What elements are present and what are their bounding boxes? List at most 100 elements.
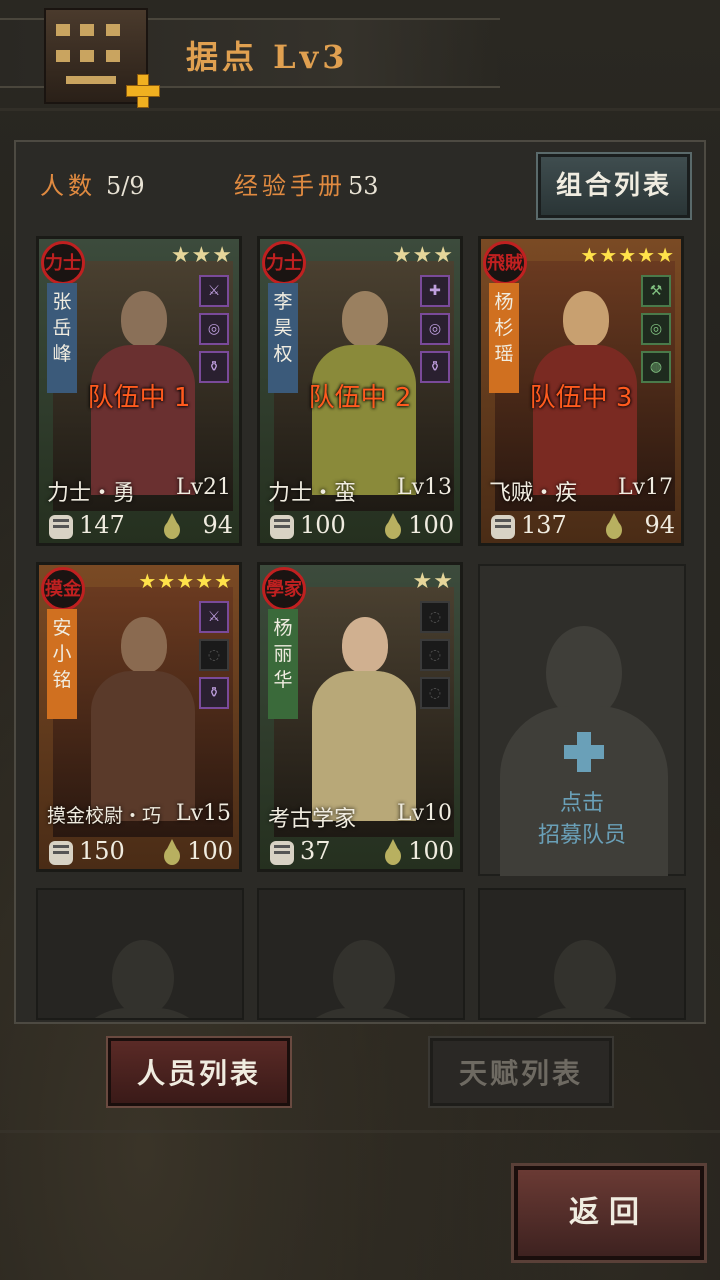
equipment-slot: ◌: [420, 639, 450, 671]
page-title: 据点 Lv3: [186, 38, 349, 76]
character-card[interactable]: 摸金 安小铭 ★★★★★ ⚔ ◌ ⚱ 摸金校尉・巧 Lv15 150 100: [36, 562, 242, 872]
stamina-value: 100: [187, 837, 233, 865]
equipment-slots: ⚔ ◌ ⚱: [199, 601, 231, 715]
star-rating: ★★★★★: [580, 243, 675, 267]
class-name: 摸金校尉・巧: [47, 805, 162, 827]
power-value: 100: [300, 511, 346, 539]
level: Lv17: [617, 475, 673, 500]
empty-slot: [257, 888, 465, 1020]
silhouette: [333, 940, 395, 1016]
star-rating: ★★: [412, 569, 454, 594]
equipment-slot: ◎: [420, 313, 450, 345]
equipment-slot: ◌: [420, 601, 450, 633]
plus-icon: [564, 732, 604, 772]
character-name: 杨丽华: [268, 609, 298, 719]
drop-icon: [382, 513, 404, 541]
class-name: 飞贼・疾: [489, 481, 578, 506]
class-badge: 力士: [262, 241, 306, 285]
fist-icon: [270, 841, 294, 865]
fist-icon: [49, 841, 73, 865]
member-count: 人数 5/9: [40, 166, 145, 201]
member-count-label: 人数: [40, 172, 96, 200]
character-card[interactable]: 力士 李昊权 ★★★ ✚ ◎ ⚱ 队伍中 2 力士・蛮 Lv13 100 100: [257, 236, 463, 546]
exp-manual-label: 经验手册: [234, 172, 346, 200]
exp-manual-value: 53: [348, 172, 379, 200]
character-card[interactable]: 力士 张岳峰 ★★★ ⚔ ◎ ⚱ 队伍中 1 力士・勇 Lv21 147 94: [36, 236, 242, 546]
power-value: 137: [521, 511, 567, 539]
equipment-slots: ◌ ◌ ◌: [420, 601, 452, 715]
level: Lv13: [396, 475, 452, 500]
class-badge: 學家: [262, 567, 306, 611]
stamina-value: 94: [202, 511, 233, 539]
equipment-slot: ✚: [420, 275, 450, 307]
class-badge: 飛賊: [483, 241, 527, 285]
level: Lv15: [175, 801, 231, 826]
drop-icon: [161, 513, 183, 541]
exp-manual-count: 经验手册53: [234, 166, 379, 201]
in-team-label: 队伍中 2: [308, 383, 412, 413]
combo-list-button[interactable]: 组合列表: [536, 152, 692, 220]
recruit-slot[interactable]: 点击 招募队员: [478, 564, 686, 876]
card-stats: 37 100: [268, 837, 458, 869]
equipment-slot: ⚔: [199, 601, 229, 633]
star-rating: ★★★: [170, 243, 233, 268]
equipment-slot: ◌: [420, 677, 450, 709]
equipment-slot: ◌: [199, 639, 229, 671]
drop-icon: [603, 513, 625, 541]
class-badge: 摸金: [41, 567, 85, 611]
class-level: 力士・勇 Lv21: [47, 475, 237, 507]
class-badge: 力士: [41, 241, 85, 285]
bg-beam: [0, 108, 720, 111]
fist-icon: [491, 515, 515, 539]
bg-beam: [0, 1130, 720, 1133]
character-card[interactable]: 飛賊 杨杉瑶 ★★★★★ ⚒ ◎ ◍ 队伍中 3 飞贼・疾 Lv17 137 94: [478, 236, 684, 546]
drop-icon: [382, 839, 404, 867]
tab-member-list[interactable]: 人员列表: [106, 1036, 292, 1108]
class-level: 摸金校尉・巧 Lv15: [47, 801, 237, 828]
empty-slot: [478, 888, 686, 1020]
member-count-value: 5/9: [106, 172, 145, 200]
recruit-line2: 招募队员: [537, 823, 626, 848]
fist-icon: [49, 515, 73, 539]
class-level: 力士・蛮 Lv13: [268, 475, 458, 507]
equipment-slot: ⚒: [641, 275, 671, 307]
star-rating: ★★★★★: [138, 569, 233, 593]
in-team-label: 队伍中 1: [87, 383, 191, 413]
in-team-label: 队伍中 3: [529, 383, 633, 413]
stamina-value: 100: [408, 837, 454, 865]
class-level: 飞贼・疾 Lv17: [489, 475, 679, 507]
stamina-value: 94: [644, 511, 675, 539]
class-level: 考古学家 Lv10: [268, 801, 458, 833]
equipment-slot: ◎: [199, 313, 229, 345]
upgrade-plus-icon[interactable]: [126, 74, 160, 108]
card-stats: 147 94: [47, 511, 237, 543]
silhouette: [68, 1008, 216, 1018]
level: Lv21: [175, 475, 231, 500]
equipment-slot: ⚔: [199, 275, 229, 307]
card-stats: 150 100: [47, 837, 237, 869]
recruit-line1: 点击: [559, 791, 604, 816]
power-value: 147: [79, 511, 125, 539]
tab-talent-list[interactable]: 天赋列表: [428, 1036, 614, 1108]
class-name: 力士・勇: [47, 481, 136, 506]
card-stats: 100 100: [268, 511, 458, 543]
back-button[interactable]: 返回: [511, 1163, 707, 1263]
silhouette: [112, 940, 174, 1016]
power-value: 150: [79, 837, 125, 865]
equipment-slot: ◎: [641, 313, 671, 345]
silhouette: [510, 1008, 658, 1018]
silhouette: [554, 940, 616, 1016]
silhouette: [289, 1008, 437, 1018]
equipment-slots: ⚔ ◎ ⚱: [199, 275, 231, 389]
class-name: 力士・蛮: [268, 481, 357, 506]
equipment-slot: ⚱: [199, 677, 229, 709]
level: Lv10: [396, 801, 452, 826]
equipment-slots: ✚ ◎ ⚱: [420, 275, 452, 389]
character-card[interactable]: 學家 杨丽华 ★★ ◌ ◌ ◌ 考古学家 Lv10 37 100: [257, 562, 463, 872]
card-stats: 137 94: [489, 511, 679, 543]
fist-icon: [270, 515, 294, 539]
stamina-value: 100: [408, 511, 454, 539]
character-name: 安小铭: [47, 609, 77, 719]
equipment-slots: ⚒ ◎ ◍: [641, 275, 673, 389]
class-name: 考古学家: [268, 807, 357, 832]
